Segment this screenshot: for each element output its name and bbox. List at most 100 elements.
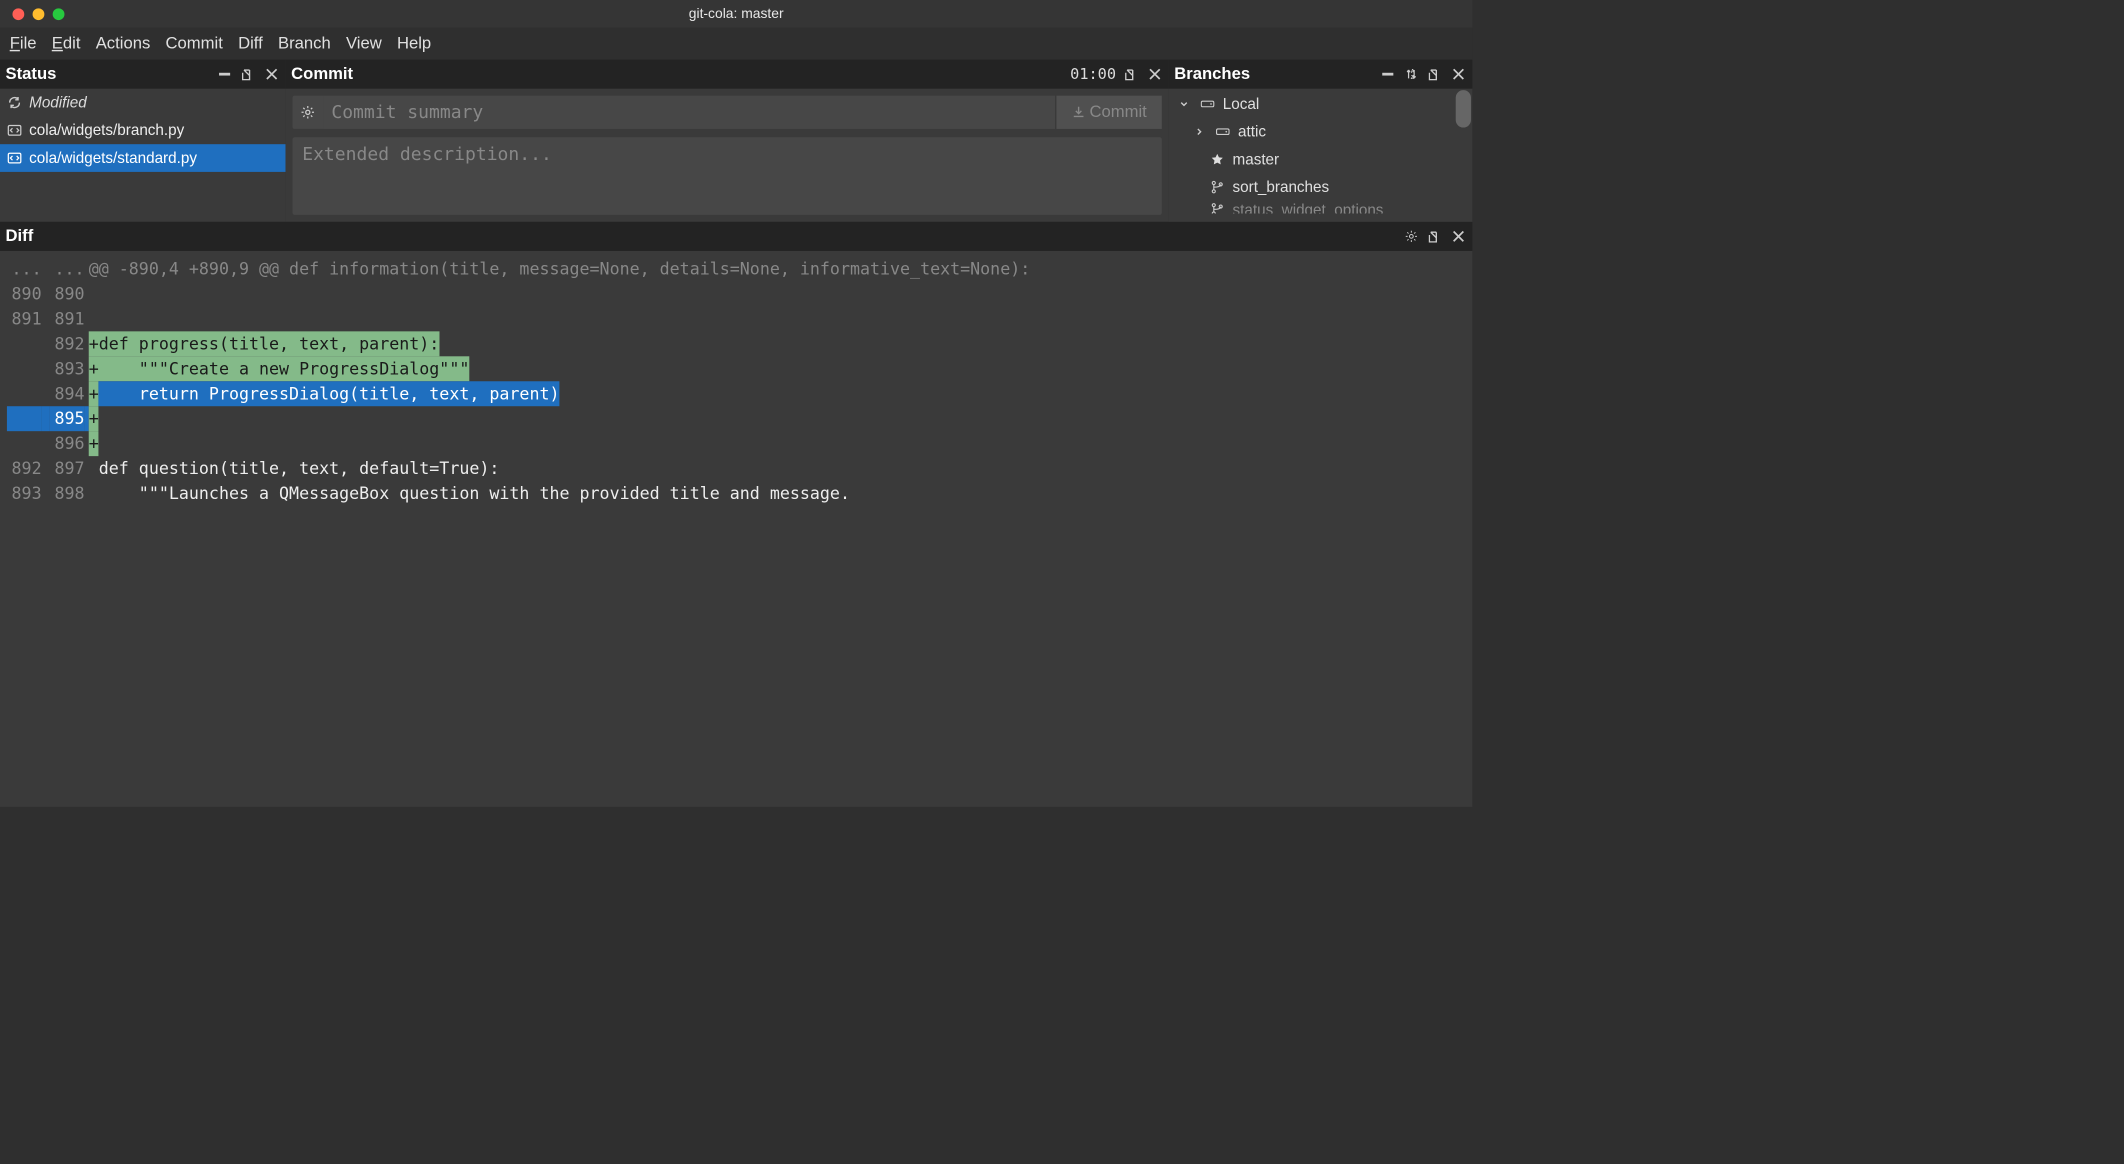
diff-line[interactable]: ......@@ -890,4 +890,9 @@ def informatio…: [7, 256, 1465, 281]
diff-line[interactable]: 893+ """Create a new ProgressDialog""": [7, 356, 1465, 381]
gear-icon: [301, 105, 315, 119]
line-number-old: ...: [7, 256, 42, 281]
menubar: File Edit Actions Commit Diff Branch Vie…: [0, 28, 1472, 60]
menu-actions[interactable]: Actions: [96, 34, 151, 53]
window-zoom-icon[interactable]: [53, 8, 65, 20]
popout-icon[interactable]: [240, 66, 257, 83]
drive-icon: [1199, 96, 1216, 113]
line-number-new: ...: [50, 256, 85, 281]
line-number-new: 892: [50, 331, 85, 356]
commit-summary-input[interactable]: [323, 96, 1055, 129]
code-file-icon: [6, 149, 24, 167]
commit-button-label: Commit: [1089, 103, 1146, 122]
code-added: + """Create a new ProgressDialog""": [89, 356, 470, 381]
close-icon[interactable]: [1450, 228, 1467, 245]
line-number-new: 894: [50, 381, 85, 406]
branch-icon: [1209, 201, 1226, 213]
branches-local-row[interactable]: Local: [1169, 90, 1473, 118]
close-icon[interactable]: [1147, 66, 1164, 83]
line-number-old: [7, 431, 42, 456]
diff-line[interactable]: 894+ return ProgressDialog(title, text, …: [7, 381, 1465, 406]
drive-icon: [1214, 123, 1231, 140]
line-number-old: 892: [7, 456, 42, 481]
commit-description-input[interactable]: [293, 137, 1162, 215]
status-file-label: cola/widgets/branch.py: [29, 121, 184, 139]
branch-label: status_widget_options: [1233, 201, 1384, 213]
status-file-row[interactable]: cola/widgets/branch.py: [0, 116, 286, 144]
status-panel-title: Status: [0, 60, 286, 89]
commit-options-button[interactable]: [293, 96, 324, 129]
diff-body[interactable]: ......@@ -890,4 +890,9 @@ def informatio…: [0, 251, 1472, 807]
commit-button[interactable]: Commit: [1056, 96, 1161, 129]
code-text: """Launches a QMessageBox question with …: [89, 481, 850, 506]
branch-item[interactable]: status_widget_options: [1169, 201, 1473, 213]
diff-line[interactable]: 892897 def question(title, text, default…: [7, 456, 1465, 481]
menu-diff[interactable]: Diff: [238, 34, 263, 53]
line-number-new: 897: [50, 456, 85, 481]
svg-text:Z: Z: [1411, 75, 1415, 80]
plus-marker: +: [89, 431, 99, 456]
branch-icon: [1209, 179, 1226, 196]
popout-icon[interactable]: [1427, 228, 1444, 245]
svg-text:A: A: [1411, 69, 1415, 75]
scrollbar-thumb[interactable]: [1456, 90, 1471, 127]
chevron-down-icon: [1176, 96, 1193, 113]
menu-commit[interactable]: Commit: [166, 34, 223, 53]
window-close-icon[interactable]: [12, 8, 24, 20]
branch-label: master: [1233, 150, 1280, 168]
window-title: git-cola: master: [689, 6, 784, 22]
diff-line[interactable]: 892+def progress(title, text, parent):: [7, 331, 1465, 356]
diff-title: Diff: [6, 227, 34, 246]
ellipsis-icon[interactable]: [1379, 66, 1396, 83]
plus-marker: +: [89, 381, 99, 406]
branch-label: sort_branches: [1233, 178, 1330, 196]
line-number-new: 891: [50, 306, 85, 331]
branch-item[interactable]: master: [1169, 146, 1473, 174]
branch-item[interactable]: sort_branches: [1169, 173, 1473, 201]
menu-branch[interactable]: Branch: [278, 34, 331, 53]
diff-line[interactable]: 891 891: [7, 306, 1465, 331]
ellipsis-icon[interactable]: [216, 66, 233, 83]
line-number-old: 891: [7, 306, 42, 331]
menu-edit[interactable]: Edit: [52, 34, 81, 53]
close-icon[interactable]: [263, 66, 280, 83]
line-number-old: [7, 356, 42, 381]
diff-line[interactable]: 896+: [7, 431, 1465, 456]
diff-line[interactable]: 890 890: [7, 281, 1465, 306]
line-number-old: [7, 331, 42, 356]
menu-help[interactable]: Help: [397, 34, 431, 53]
branch-item[interactable]: attic: [1169, 118, 1473, 146]
status-file-label: cola/widgets/standard.py: [29, 149, 197, 167]
gear-icon[interactable]: [1403, 228, 1420, 245]
code-added: +def progress(title, text, parent):: [89, 331, 440, 356]
popout-icon[interactable]: [1427, 66, 1444, 83]
line-number-new: 890: [50, 281, 85, 306]
hunk-header: @@ -890,4 +890,9 @@ def information(titl…: [89, 256, 1031, 281]
commit-body: Commit: [286, 89, 1169, 222]
menu-view[interactable]: View: [346, 34, 382, 53]
commit-title: Commit: [291, 64, 353, 83]
line-number-old: 893: [7, 481, 42, 506]
close-icon[interactable]: [1450, 66, 1467, 83]
branches-body: Local attic master: [1169, 89, 1473, 222]
status-title: Status: [6, 64, 57, 83]
status-file-row[interactable]: cola/widgets/standard.py: [0, 144, 286, 172]
chevron-right-icon: [1191, 123, 1208, 140]
diff-line[interactable]: 895+: [7, 406, 1465, 431]
sort-icon[interactable]: AZ: [1403, 66, 1420, 83]
popout-icon[interactable]: [1123, 66, 1140, 83]
menu-file[interactable]: File: [10, 34, 37, 53]
code-file-icon: [6, 121, 24, 139]
window-minimize-icon[interactable]: [33, 8, 45, 20]
code-selected: return ProgressDialog(title, text, paren…: [99, 381, 560, 406]
line-number-old: 890: [7, 281, 42, 306]
titlebar: git-cola: master: [0, 0, 1472, 28]
diff-line[interactable]: 893898 """Launches a QMessageBox questio…: [7, 481, 1465, 506]
line-number-old: [7, 381, 42, 406]
status-modified-header[interactable]: Modified: [0, 89, 286, 117]
line-number-old: [7, 406, 42, 431]
line-number-new: 895: [50, 406, 85, 431]
line-number-new: 893: [50, 356, 85, 381]
commit-countdown: 01:00: [1070, 66, 1116, 83]
branches-title: Branches: [1174, 64, 1250, 83]
